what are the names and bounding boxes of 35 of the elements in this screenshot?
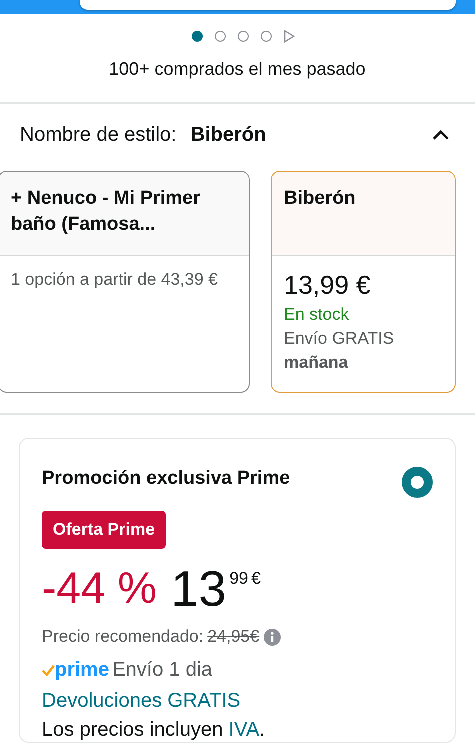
check-icon	[42, 665, 55, 676]
returns-link[interactable]: Devoluciones GRATIS	[42, 690, 241, 713]
price-fraction: 99	[230, 569, 248, 589]
carousel-dot[interactable]	[192, 30, 203, 42]
discount: -44 %	[42, 563, 157, 615]
caret-icon[interactable]	[433, 130, 449, 140]
tax-note: Los precios incluyen IVA.	[42, 719, 266, 742]
price-whole: 13	[170, 563, 227, 615]
info-icon[interactable]	[264, 628, 281, 646]
search-field[interactable]	[80, 0, 456, 10]
carousel-dot[interactable]	[238, 30, 249, 42]
option-title: Biberón	[284, 188, 356, 209]
option-offers: 1 opción a partir de 43,39 €	[11, 270, 219, 290]
style-label: Nombre de estilo:	[20, 124, 177, 147]
delivery: Envío GRATIS	[284, 328, 396, 349]
style-option-card[interactable]: Biberón 13,99 € En stock Envío GRATIS mañana	[271, 170, 456, 393]
deal-badge: Oferta Prime	[42, 511, 166, 549]
carousel-dot[interactable]	[261, 30, 272, 42]
tax-link[interactable]: IVA	[228, 719, 260, 741]
list-price: 24,95€	[208, 627, 260, 647]
prime-delivery: Envío 1 dia	[112, 659, 213, 682]
option-price: 13,99 €	[284, 270, 372, 301]
currency: €	[252, 569, 261, 589]
availability: En stock	[284, 304, 350, 325]
delivery-date: mañana	[284, 352, 350, 373]
promotion-title: Promoción exclusiva Prime	[42, 468, 290, 490]
list-price-label: Precio recomendado:	[42, 627, 204, 647]
prime-logo: prime	[55, 659, 110, 682]
play-icon[interactable]	[284, 30, 295, 43]
radio-button[interactable]	[402, 467, 433, 498]
style-option-card[interactable]: + Nenuco - Mi Primer baño (Famosa... 1 opción a partir de 43,39 €	[0, 170, 250, 393]
style-value: Biberón	[190, 124, 268, 147]
option-title: + Nenuco - Mi Primer baño (Famosa...	[11, 188, 201, 235]
carousel-dot[interactable]	[215, 30, 226, 42]
purchases-note: 100+ comprados el mes pasado	[108, 58, 367, 80]
